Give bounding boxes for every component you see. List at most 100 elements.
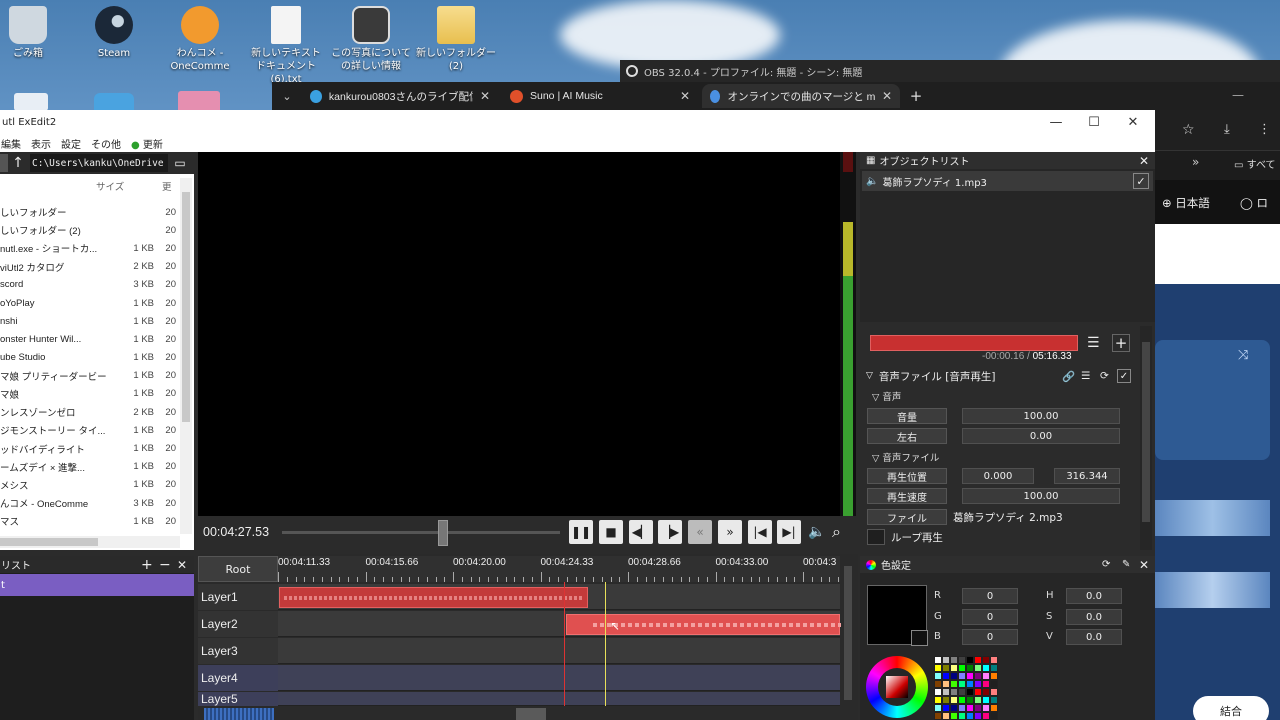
obs-window-titlebar[interactable]: OBS 32.0.4 - プロファイル: 無題 - シーン: 無題 (620, 60, 1280, 82)
download-icon[interactable]: ⤓ (1224, 122, 1230, 137)
r-input[interactable]: 0 (962, 588, 1018, 604)
layer-list-item[interactable]: t (0, 574, 194, 596)
palette-swatch[interactable] (974, 656, 982, 664)
close-icon[interactable]: ✕ (1139, 558, 1149, 572)
palette-swatch[interactable] (942, 672, 950, 680)
back-button[interactable] (0, 154, 8, 172)
object-range-bar[interactable] (870, 335, 1078, 351)
palette-swatch[interactable] (942, 712, 950, 720)
fast-forward-button[interactable]: » (718, 520, 742, 544)
palette-swatch[interactable] (950, 664, 958, 672)
palette-swatch[interactable] (990, 656, 998, 664)
palette-swatch[interactable] (934, 672, 942, 680)
loop-checkbox[interactable] (867, 529, 885, 545)
tab-close-icon[interactable]: ✕ (680, 89, 690, 103)
palette-swatch[interactable] (950, 696, 958, 704)
browser-tab-suno[interactable]: Suno | AI Music ✕ (502, 84, 698, 108)
video-preview[interactable] (198, 152, 840, 516)
palette-swatch[interactable] (966, 688, 974, 696)
secondary-color-swatch[interactable] (911, 630, 928, 646)
minimize-button[interactable]: — (1037, 110, 1075, 134)
track-row[interactable] (278, 638, 840, 664)
file-row[interactable]: ームズデイ × 進撃... 1 KB 20 (0, 458, 180, 476)
palette-swatch[interactable] (958, 664, 966, 672)
layer-label-2[interactable]: Layer2 (198, 611, 278, 637)
palette-swatch[interactable] (982, 688, 990, 696)
tab-close-icon[interactable]: ✕ (480, 89, 490, 103)
menu-icon[interactable]: ⋮ (1258, 122, 1271, 137)
palette-swatch[interactable] (958, 704, 966, 712)
palette-swatch[interactable] (966, 680, 974, 688)
prev-frame-button[interactable]: ◀▏ (629, 520, 653, 544)
b-input[interactable]: 0 (962, 629, 1018, 645)
palette-swatch[interactable] (950, 656, 958, 664)
color-palette[interactable] (934, 656, 1000, 720)
palette-swatch[interactable] (990, 704, 998, 712)
seek-handle[interactable] (438, 520, 449, 546)
all-bookmarks-link[interactable]: ▭ すべて (1234, 156, 1276, 171)
track-row[interactable] (278, 665, 840, 691)
chevron-right-icon[interactable]: » (1192, 155, 1199, 169)
palette-swatch[interactable] (966, 712, 974, 720)
palette-swatch[interactable] (990, 712, 998, 720)
menu-update[interactable]: ● 更新 (131, 136, 163, 151)
palette-swatch[interactable] (942, 696, 950, 704)
remove-icon[interactable]: − (159, 557, 171, 573)
palette-swatch[interactable] (950, 704, 958, 712)
eyedropper-icon[interactable]: ✎ (1122, 559, 1130, 570)
h-input[interactable]: 0.0 (1066, 588, 1122, 604)
file-row[interactable]: nutl.exe - ショートカ... 1 KB 20 (0, 239, 180, 257)
palette-swatch[interactable] (974, 664, 982, 672)
palette-swatch[interactable] (950, 688, 958, 696)
close-icon[interactable]: ✕ (177, 558, 187, 572)
file-row[interactable]: viUtl2 カタログ 2 KB 20 (0, 258, 180, 276)
playhead[interactable] (605, 582, 606, 706)
palette-swatch[interactable] (966, 664, 974, 672)
palette-swatch[interactable] (966, 672, 974, 680)
desktop-icon-recycle-bin[interactable]: ごみ箱 (0, 6, 68, 60)
palette-swatch[interactable] (934, 664, 942, 672)
link-icon[interactable]: 🔗 (1062, 370, 1075, 383)
timeline-scroll-thumb[interactable] (516, 708, 546, 720)
palette-swatch[interactable] (958, 672, 966, 680)
group-file[interactable]: ▽ 音声ファイル (872, 450, 939, 464)
palette-swatch[interactable] (982, 656, 990, 664)
layer-label-4[interactable]: Layer4 (198, 665, 278, 691)
palette-swatch[interactable] (934, 680, 942, 688)
file-value[interactable]: 葛飾ラプソディ 2.mp3 (953, 510, 1063, 525)
s-input[interactable]: 0.0 (1066, 609, 1122, 625)
file-row[interactable]: んコメ - OneComme 3 KB 20 (0, 494, 180, 512)
palette-swatch[interactable] (942, 704, 950, 712)
property-scrollbar[interactable] (1140, 326, 1152, 550)
bookmark-star-icon[interactable]: ☆ (1182, 122, 1195, 138)
track-row[interactable] (278, 692, 840, 706)
file-list-scrollbar[interactable] (180, 178, 192, 534)
merge-button[interactable]: 結合 (1193, 696, 1269, 720)
refresh-icon[interactable]: ⟳ (1100, 370, 1109, 382)
jump-end-button[interactable]: ▶| (777, 520, 801, 544)
layer-label-5[interactable]: Layer5 (198, 692, 278, 706)
palette-swatch[interactable] (990, 680, 998, 688)
tab-close-icon[interactable]: ✕ (882, 89, 892, 103)
v-input[interactable]: 0.0 (1066, 629, 1122, 645)
g-input[interactable]: 0 (962, 609, 1018, 625)
palette-swatch[interactable] (990, 696, 998, 704)
file-list-hscrollbar[interactable] (0, 536, 180, 548)
close-icon[interactable]: ✕ (1139, 154, 1149, 168)
pause-button[interactable]: ❚❚ (569, 520, 593, 544)
enabled-checkbox[interactable]: ✓ (1133, 173, 1149, 189)
palette-swatch[interactable] (974, 704, 982, 712)
filter-enabled-checkbox[interactable]: ✓ (1117, 369, 1131, 383)
palette-swatch[interactable] (966, 656, 974, 664)
seek-bar[interactable] (282, 531, 560, 534)
palette-swatch[interactable] (982, 704, 990, 712)
palette-swatch[interactable] (974, 696, 982, 704)
stop-button[interactable]: ■ (599, 520, 623, 544)
path-input[interactable]: C:\Users\kanku\OneDrive (30, 154, 168, 172)
palette-swatch[interactable] (934, 656, 942, 664)
next-frame-button[interactable]: ▕▶ (658, 520, 682, 544)
add-filter-button[interactable]: + (1112, 334, 1130, 352)
desktop-icon-partial[interactable] (94, 93, 134, 111)
file-row[interactable]: onster Hunter Wil... 1 KB 20 (0, 330, 180, 348)
timeline-vscrollbar[interactable] (842, 556, 854, 706)
